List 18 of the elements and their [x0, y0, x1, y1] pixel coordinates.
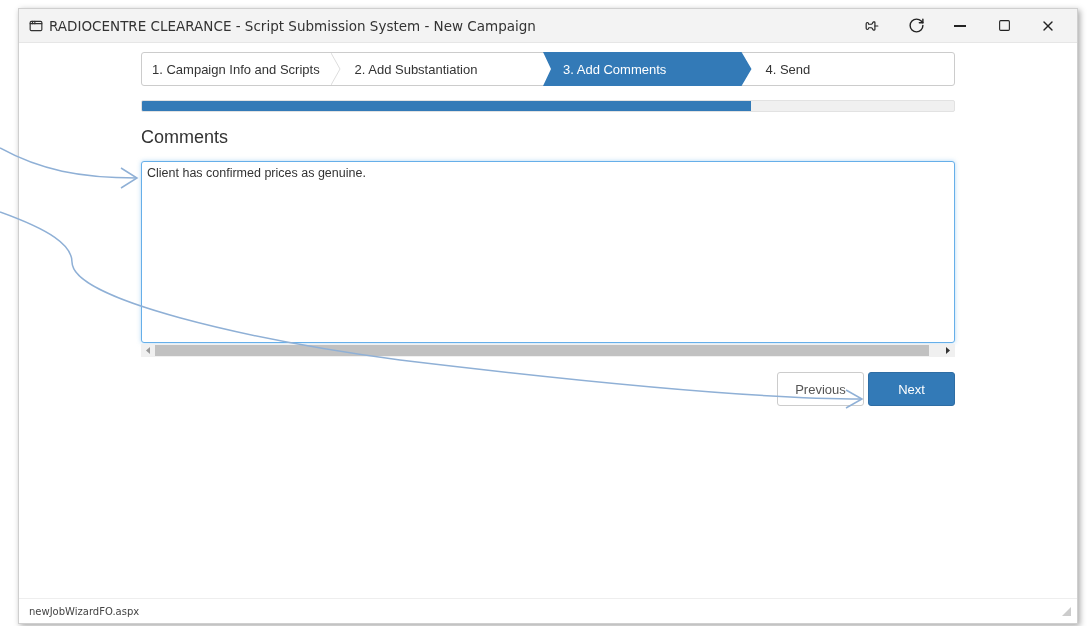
maximize-icon — [997, 19, 1011, 32]
previous-button[interactable]: Previous — [777, 372, 864, 406]
section-heading: Comments — [141, 127, 230, 148]
status-text: newJobWizardFO.aspx — [29, 605, 140, 617]
pin-icon — [865, 18, 879, 33]
step-divider-icon — [330, 53, 341, 85]
window-title: RADIOCENTRE CLEARANCE - Script Submission System - New Campaign — [49, 17, 537, 34]
horizontal-scrollbar[interactable] — [141, 344, 955, 357]
resize-grip-icon[interactable] — [1062, 606, 1071, 616]
minimize-icon — [954, 24, 966, 27]
next-button[interactable]: Next — [868, 372, 955, 406]
wizard-step[interactable]: 4. Send — [751, 53, 954, 85]
window-icon — [29, 18, 43, 33]
refresh-icon — [907, 17, 925, 34]
comments-field[interactable]: Client has confirmed prices as genuine. — [141, 161, 955, 343]
wizard-step[interactable]: 3. Add Comments — [543, 52, 752, 86]
wizard-step[interactable]: 2. Add Substantiation — [340, 53, 543, 85]
wizard-step[interactable]: 1. Campaign Info and Scripts — [142, 53, 341, 85]
